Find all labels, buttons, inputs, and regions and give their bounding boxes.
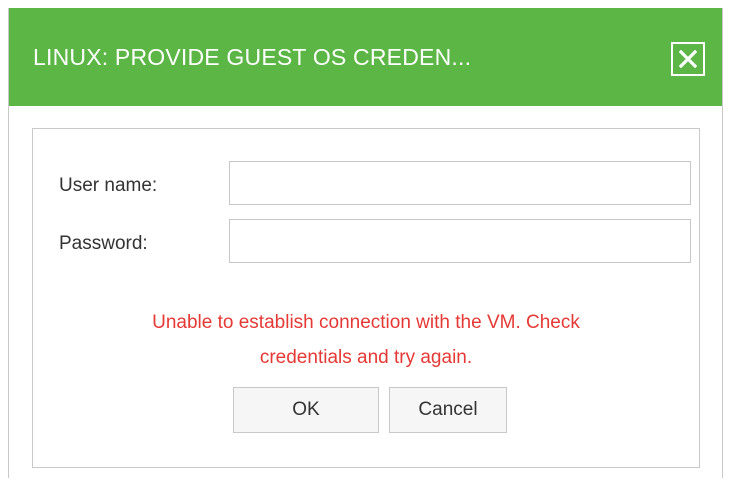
credentials-panel: User name: Password: Unable to establish… bbox=[32, 128, 700, 468]
error-message-line-2: credentials and try again. bbox=[259, 347, 473, 368]
username-input[interactable] bbox=[229, 161, 691, 205]
password-label: Password: bbox=[59, 233, 148, 254]
close-button[interactable] bbox=[671, 42, 705, 76]
error-message: Unable to establish connection with the … bbox=[33, 305, 699, 375]
username-label: User name: bbox=[59, 175, 158, 196]
dialog-titlebar: LINUX: PROVIDE GUEST OS CREDEN... bbox=[9, 8, 722, 106]
cancel-button[interactable]: Cancel bbox=[389, 387, 507, 433]
close-icon bbox=[679, 50, 697, 68]
ok-button[interactable]: OK bbox=[233, 387, 379, 433]
error-message-line-1: Unable to establish connection with the … bbox=[152, 312, 580, 333]
dialog-title: LINUX: PROVIDE GUEST OS CREDEN... bbox=[33, 44, 472, 70]
password-input[interactable] bbox=[229, 219, 691, 263]
credentials-dialog: LINUX: PROVIDE GUEST OS CREDEN... User n… bbox=[8, 8, 723, 478]
